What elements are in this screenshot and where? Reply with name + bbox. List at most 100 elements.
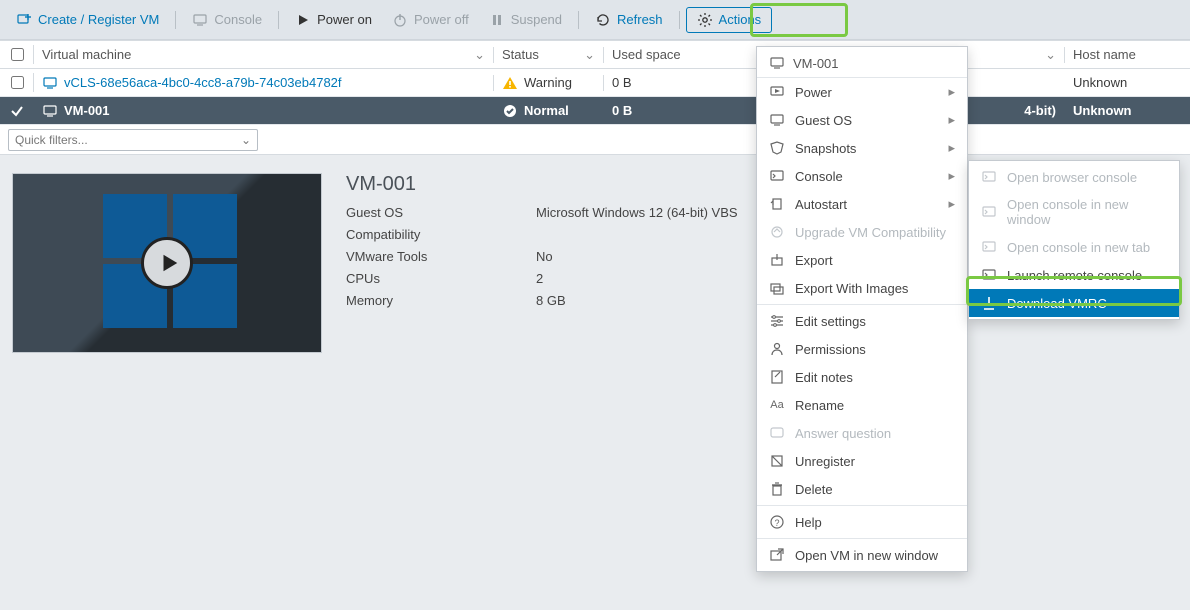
vm-grid: Virtual machine⌄ Status⌄ Used space ⌄ Ho…: [0, 40, 1190, 155]
menu-item-label: Snapshots: [795, 141, 856, 156]
unregister-icon: [769, 453, 785, 469]
menu-item-open-console-in-new-window: Open console in new window: [969, 191, 1179, 233]
menu-item-export-with-images[interactable]: Export With Images: [757, 274, 967, 302]
console-icon: [981, 267, 997, 283]
open-window-icon: [769, 547, 785, 563]
menu-item-download-vmrc[interactable]: Download VMRC: [969, 289, 1179, 317]
menu-item-autostart[interactable]: Autostart▸: [757, 190, 967, 218]
permissions-icon: [769, 341, 785, 357]
table-row[interactable]: vCLS-68e56aca-4bc0-4cc8-a79b-74c03eb4782…: [0, 69, 1190, 97]
pause-icon: [489, 12, 505, 28]
console-button[interactable]: Console: [182, 8, 272, 32]
vm-thumbnail[interactable]: [12, 173, 322, 353]
vm-name-link[interactable]: vCLS-68e56aca-4bc0-4cc8-a79b-74c03eb4782…: [64, 75, 342, 90]
menu-item-label: Unregister: [795, 454, 855, 469]
export-img-icon: [769, 280, 785, 296]
menu-item-upgrade-vm-compatibility: Upgrade VM Compatibility: [757, 218, 967, 246]
vm-name-link[interactable]: VM-001: [64, 103, 110, 118]
menu-item-power[interactable]: Power ▸: [757, 78, 967, 106]
power-off-button[interactable]: Power off: [382, 8, 479, 32]
console-icon: [192, 12, 208, 28]
console-icon: [981, 239, 997, 255]
menu-item-export[interactable]: Export: [757, 246, 967, 274]
menu-item-label: Open console in new window: [1007, 197, 1167, 227]
menu-item-guest-os[interactable]: Guest OS▸: [757, 106, 967, 134]
actions-button[interactable]: Actions: [686, 7, 773, 33]
question-icon: [769, 425, 785, 441]
tag-icon: [769, 140, 785, 156]
menu-item-label: Export: [795, 253, 833, 268]
menu-item-label: Rename: [795, 398, 844, 413]
notes-icon: [769, 369, 785, 385]
chevron-down-icon: ⌄: [241, 133, 251, 147]
menu-item-label: Open console in new tab: [1007, 240, 1150, 255]
monitor-icon: [769, 112, 785, 128]
normal-icon: [502, 103, 518, 119]
gear-icon: [697, 12, 713, 28]
menu-item-label: Export With Images: [795, 281, 908, 296]
menu-item-edit-notes[interactable]: Edit notes: [757, 363, 967, 391]
svg-text:?: ?: [775, 518, 780, 528]
actions-menu: VM-001 Power▸Guest OS▸Snapshots▸Console▸…: [756, 46, 968, 572]
col-host-header[interactable]: Host name: [1065, 47, 1190, 62]
chevron-right-icon: ▸: [948, 140, 955, 156]
play-overlay-icon[interactable]: [141, 237, 193, 289]
console-icon: [981, 169, 997, 185]
menu-item-answer-question: Answer question: [757, 419, 967, 447]
menu-item-edit-settings[interactable]: Edit settings: [757, 307, 967, 335]
power-on-button[interactable]: Power on: [285, 8, 382, 32]
menu-item-label: Open browser console: [1007, 170, 1137, 185]
menu-item-label: Help: [795, 515, 822, 530]
quick-filters-select[interactable]: Quick filters... ⌄: [8, 129, 258, 151]
chevron-right-icon: ▸: [948, 196, 955, 212]
delete-icon: [769, 481, 785, 497]
help-icon: ?: [769, 514, 785, 530]
prop-key: CPUs: [346, 268, 536, 290]
menu-item-open-vm-in-new-window[interactable]: Open VM in new window: [757, 541, 967, 569]
upgrade-icon: [769, 224, 785, 240]
chevron-right-icon: ▸: [948, 84, 955, 100]
suspend-button[interactable]: Suspend: [479, 8, 572, 32]
play-icon: [295, 12, 311, 28]
row-checkbox[interactable]: [11, 76, 24, 89]
vm-icon: [42, 75, 58, 91]
col-vm-header[interactable]: Virtual machine⌄: [34, 47, 494, 63]
menu-item-help[interactable]: ? Help: [757, 508, 967, 536]
autostart-icon: [769, 196, 785, 212]
refresh-icon: [595, 12, 611, 28]
refresh-button[interactable]: Refresh: [585, 8, 673, 32]
checkmark-icon[interactable]: [9, 103, 25, 119]
col-status-header[interactable]: Status⌄: [494, 47, 604, 63]
warning-icon: [502, 75, 518, 91]
menu-item-label: Edit notes: [795, 370, 853, 385]
menu-item-snapshots[interactable]: Snapshots ▸: [757, 134, 967, 162]
rename-icon: Aa: [769, 397, 785, 413]
prop-key: Memory: [346, 290, 536, 312]
console-icon: [769, 168, 785, 184]
menu-item-delete[interactable]: Delete: [757, 475, 967, 503]
menu-item-console[interactable]: Console▸: [757, 162, 967, 190]
menu-item-permissions[interactable]: Permissions: [757, 335, 967, 363]
menu-item-label: Upgrade VM Compatibility: [795, 225, 946, 240]
col-used-header[interactable]: Used space: [604, 47, 758, 62]
menu-header: VM-001: [757, 49, 967, 78]
table-row[interactable]: VM-001 Normal 0 B 4-bit) Unknown: [0, 97, 1190, 125]
chevron-right-icon: ▸: [948, 112, 955, 128]
grid-header: Virtual machine⌄ Status⌄ Used space ⌄ Ho…: [0, 41, 1190, 69]
export-icon: [769, 252, 785, 268]
sort-caret-icon: ⌄: [474, 47, 485, 63]
power-icon: [769, 84, 785, 100]
download-icon: [981, 295, 997, 311]
menu-item-label: Answer question: [795, 426, 891, 441]
menu-item-label: Permissions: [795, 342, 866, 357]
create-register-vm-button[interactable]: Create / Register VM: [6, 8, 169, 32]
menu-item-label: Edit settings: [795, 314, 866, 329]
vm-icon: [769, 55, 785, 71]
filters-row: Quick filters... ⌄: [0, 125, 1190, 155]
select-all-checkbox[interactable]: [11, 48, 24, 61]
menu-item-label: Power: [795, 85, 832, 100]
console-icon: [981, 204, 997, 220]
menu-item-rename[interactable]: Aa Rename: [757, 391, 967, 419]
menu-item-launch-remote-console[interactable]: Launch remote console: [969, 261, 1179, 289]
menu-item-unregister[interactable]: Unregister: [757, 447, 967, 475]
